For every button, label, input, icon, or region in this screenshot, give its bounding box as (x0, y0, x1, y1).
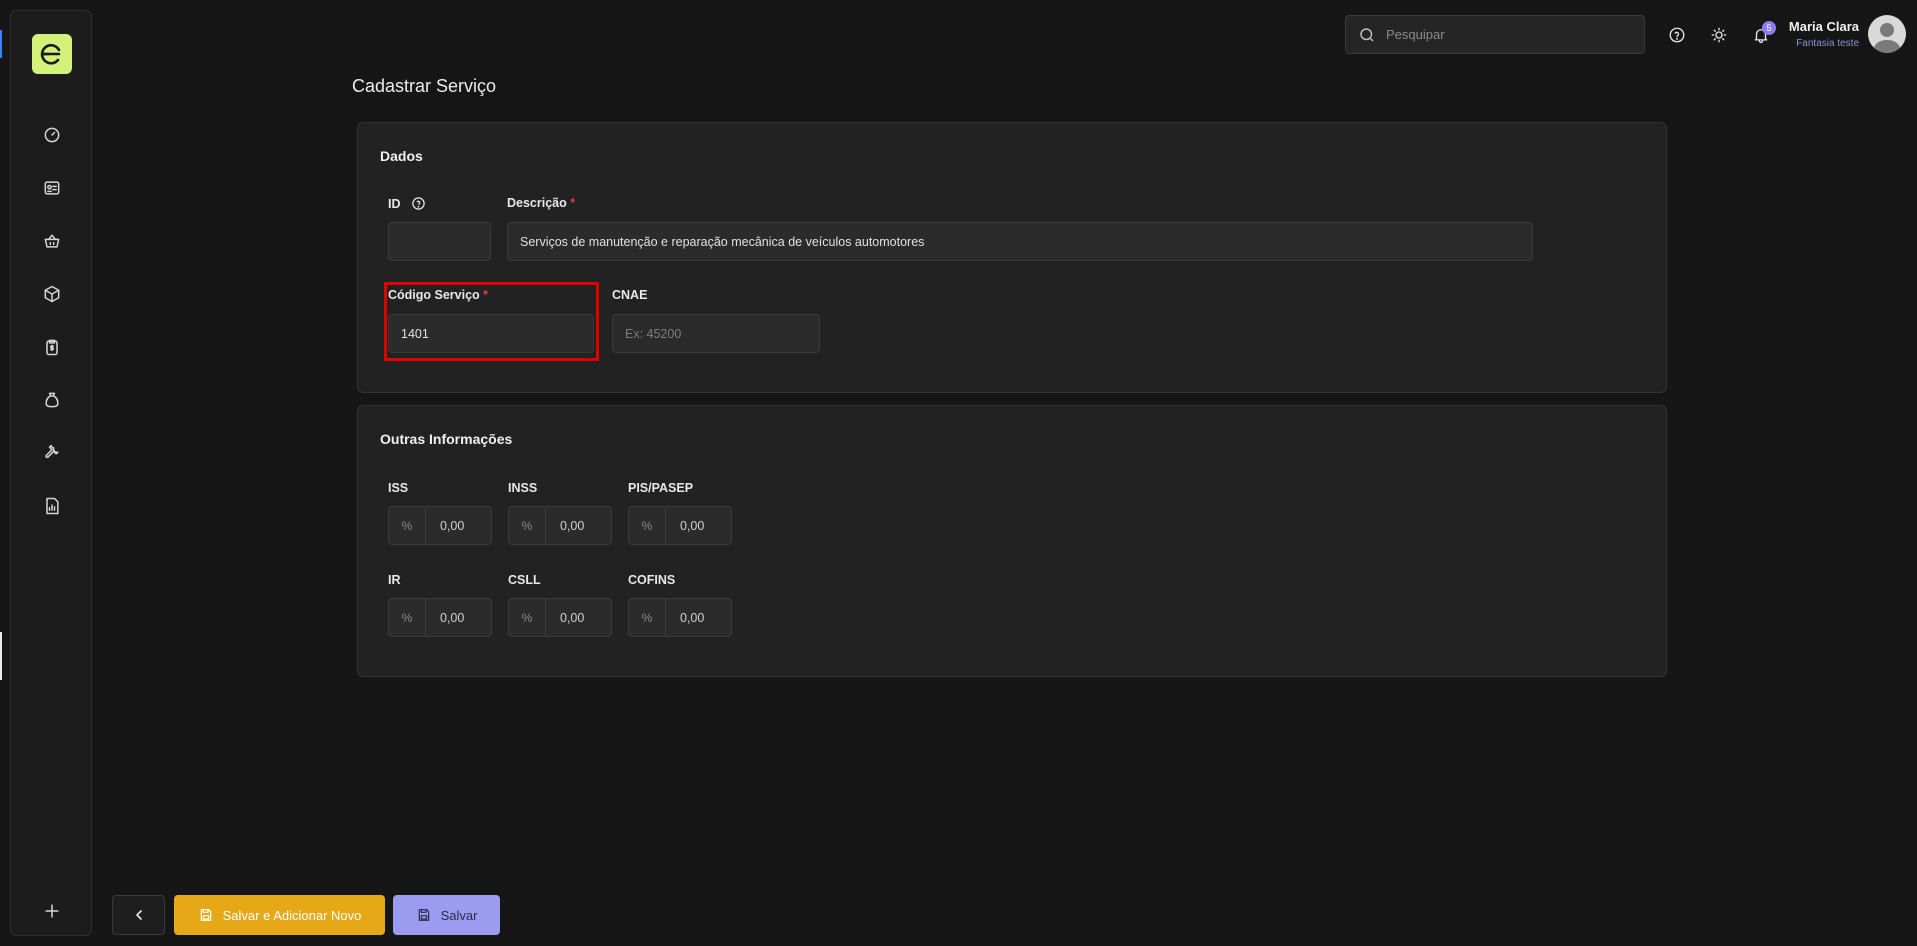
cofins-field[interactable]: % 0,00 (628, 598, 732, 637)
save-icon (200, 909, 211, 921)
edge-indicator (0, 30, 2, 58)
avatar[interactable] (1868, 15, 1906, 53)
sidebar-item-services[interactable] (32, 433, 72, 473)
sun-icon (1711, 27, 1727, 43)
plus-icon (45, 904, 59, 918)
cnae-label: CNAE (612, 288, 648, 302)
box-icon (44, 285, 60, 303)
page-title: Cadastrar Serviço (352, 76, 497, 96)
id-label: ID (388, 196, 426, 211)
sidebar-item-finance[interactable] (32, 327, 72, 367)
cnae-field[interactable] (612, 314, 820, 353)
user-name: Maria Clara (1788, 19, 1859, 34)
gauge-icon (44, 127, 60, 143)
save-icon (418, 909, 429, 921)
sidebar-add-button[interactable] (32, 891, 72, 931)
edge-indicator-active (0, 632, 2, 680)
descricao-label: Descrição * (507, 196, 575, 210)
inss-label: INSS (508, 481, 538, 495)
notification-badge: 5 (1762, 21, 1776, 35)
save-label: Salvar (440, 907, 478, 923)
iss-value: 0,00 (440, 518, 465, 533)
chevron-left-icon (135, 910, 142, 920)
user-avatar-icon (1873, 23, 1901, 53)
percent-symbol: % (629, 507, 666, 544)
required-mark: * (570, 196, 576, 210)
user-company: Fantasia teste (1796, 38, 1859, 49)
search-input[interactable] (1386, 27, 1626, 42)
logo-e-icon (40, 43, 61, 65)
id-field[interactable] (388, 222, 491, 261)
ir-field[interactable]: % 0,00 (388, 598, 492, 637)
sidebar-item-reports[interactable] (32, 486, 72, 526)
id-card-icon (44, 181, 60, 195)
clipboard-dollar-icon (46, 339, 58, 356)
help-button[interactable] (1666, 24, 1688, 46)
app-logo[interactable] (32, 34, 72, 74)
percent-symbol: % (629, 599, 666, 636)
pis-pasep-value: 0,00 (680, 518, 705, 533)
help-circle-icon[interactable] (411, 196, 426, 211)
sidebar-item-contacts[interactable] (32, 168, 72, 208)
percent-symbol: % (509, 507, 546, 544)
pis-pasep-field[interactable]: % 0,00 (628, 506, 732, 545)
percent-symbol: % (509, 599, 546, 636)
notifications-button[interactable]: 5 (1750, 21, 1776, 46)
percent-symbol: % (389, 599, 426, 636)
inss-field[interactable]: % 0,00 (508, 506, 612, 545)
sidebar (10, 10, 92, 936)
outras-title: Outras Informações (380, 431, 513, 447)
highlight-box (384, 282, 599, 361)
search-box[interactable] (1345, 15, 1645, 54)
sidebar-item-products[interactable] (32, 274, 72, 314)
report-icon (46, 497, 59, 515)
cofins-label: COFINS (628, 573, 676, 587)
descricao-field[interactable] (507, 222, 1533, 261)
money-bag-icon (45, 392, 59, 408)
basket-icon (44, 234, 60, 248)
dados-title: Dados (380, 148, 423, 164)
sidebar-item-dashboard[interactable] (32, 115, 72, 155)
csll-value: 0,00 (560, 610, 585, 625)
inss-value: 0,00 (560, 518, 585, 533)
cofins-value: 0,00 (680, 610, 705, 625)
iss-label: ISS (388, 481, 409, 495)
help-circle-icon (1669, 27, 1685, 43)
iss-field[interactable]: % 0,00 (388, 506, 492, 545)
search-icon (1360, 27, 1374, 42)
wrench-icon (45, 444, 59, 459)
save-and-new-button[interactable]: Salvar e Adicionar Novo (174, 895, 385, 935)
ir-value: 0,00 (440, 610, 465, 625)
back-button[interactable] (112, 895, 165, 935)
pis-pasep-label: PIS/PASEP (628, 481, 694, 495)
theme-toggle-button[interactable] (1708, 24, 1730, 46)
descricao-label-text: Descrição (507, 196, 567, 210)
csll-field[interactable]: % 0,00 (508, 598, 612, 637)
save-button[interactable]: Salvar (393, 895, 500, 935)
sidebar-item-money[interactable] (32, 380, 72, 420)
id-label-text: ID (388, 196, 401, 211)
percent-symbol: % (389, 507, 426, 544)
sidebar-item-sales[interactable] (32, 221, 72, 261)
save-and-new-label: Salvar e Adicionar Novo (222, 907, 362, 923)
csll-label: CSLL (508, 573, 541, 587)
ir-label: IR (388, 573, 401, 587)
